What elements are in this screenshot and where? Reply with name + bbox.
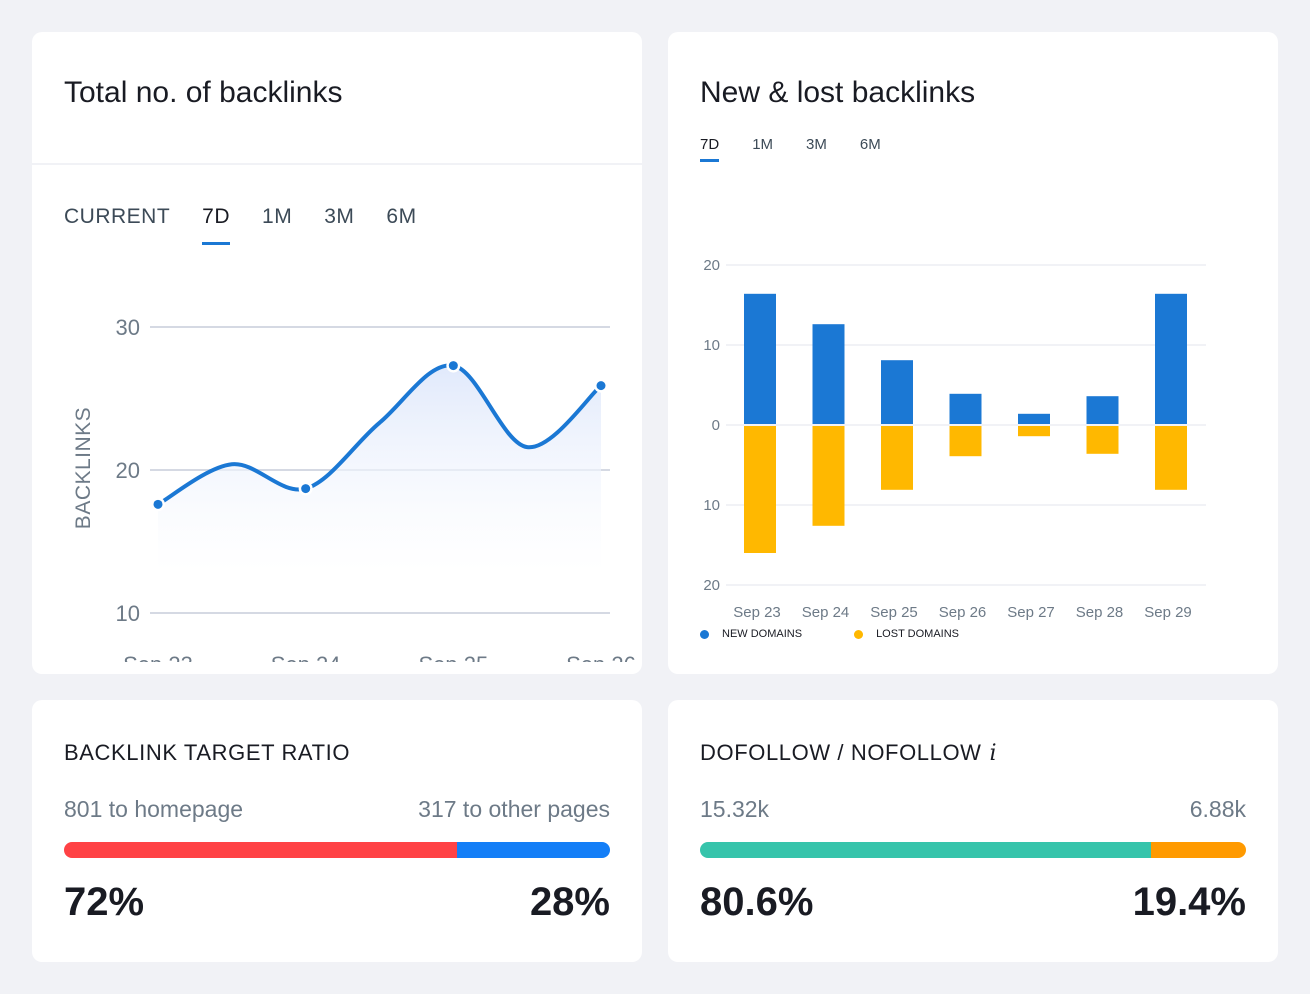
metric-title-text: DOFOLLOW / NOFOLLOW [700, 740, 982, 765]
tab-6m[interactable]: 6M [860, 136, 881, 153]
new-lost-backlinks-card: New & lost backlinks 7D 1M 3M 6M 20 10 0 10… [668, 32, 1278, 674]
x-tick-label: Sep 29 [1144, 604, 1192, 621]
new-lost-bar-chart: 20 10 0 10 20 Sep 23 Sep 24 Sep 25 Sep 26 Sep 27… [703, 257, 1206, 621]
x-tick-label: Sep 26 [939, 604, 987, 621]
dofollow-segment [700, 842, 1151, 858]
other-pages-count: 317 to other pages [418, 796, 610, 822]
new-domains-bar [1086, 396, 1119, 424]
period-tabs: 7D 1M 3M 6M [700, 136, 914, 162]
y-axis-label: BACKLINKS [72, 407, 95, 529]
lost-domains-bar [812, 426, 845, 526]
lost-domains-bar [949, 426, 982, 457]
dofollow-count: 15.32k [700, 796, 770, 822]
data-point [301, 484, 311, 494]
tab-1m[interactable]: 1M [262, 205, 292, 229]
x-tick-label: Sep 28 [1076, 604, 1124, 621]
homepage-percent: 72% [64, 880, 145, 924]
metric-title: DOFOLLOW / NOFOLLOW i [700, 740, 997, 766]
y-tick-label: 10 [703, 337, 720, 354]
new-domains-bar [949, 393, 982, 424]
new-domains-bar [1155, 293, 1187, 424]
backlinks-line-chart: 10 20 30 BACKLINKS Sep 23 Sep 24 Sep 25 Sep 2… [72, 315, 636, 662]
y-tick-label: 0 [712, 417, 720, 434]
new-domains-bar [1018, 413, 1050, 424]
lost-domains-bar [744, 426, 776, 553]
nofollow-count: 6.88k [1189, 796, 1246, 822]
tab-6m[interactable]: 6M [386, 205, 416, 229]
divider [32, 163, 642, 165]
x-tick-label: Sep 23 [733, 604, 781, 621]
legend-dot-icon [700, 629, 709, 639]
tab-3m[interactable]: 3M [324, 205, 354, 229]
lost-domains-bar [1086, 426, 1119, 454]
other-pages-percent: 28% [529, 880, 610, 924]
new-domains-bar [812, 324, 845, 424]
total-backlinks-card: Total no. of backlinks CURRENT 7D 1M 3M … [32, 32, 642, 674]
x-tick-label: Sep 26 [566, 652, 636, 662]
tab-current[interactable]: CURRENT [64, 205, 170, 229]
dofollow-percent: 80.6% [700, 880, 814, 924]
y-tick-label: 20 [116, 458, 140, 483]
backlink-target-ratio-card: BACKLINK TARGET RATIO 801 to homepage 31… [32, 700, 642, 962]
y-tick-label: 20 [703, 257, 720, 274]
area-fill [158, 365, 601, 572]
follow-ratio-bar [700, 842, 1246, 858]
card-title: New & lost backlinks [700, 76, 976, 109]
y-tick-label: 20 [703, 577, 720, 594]
data-point [153, 499, 163, 509]
info-icon[interactable]: i [990, 741, 998, 766]
period-tabs: CURRENT 7D 1M 3M 6M [64, 205, 449, 245]
nofollow-percent: 19.4% [1132, 880, 1246, 924]
tab-7d[interactable]: 7D [202, 205, 230, 245]
x-tick-label: Sep 25 [870, 604, 918, 621]
homepage-count: 801 to homepage [64, 796, 244, 822]
x-tick-label: Sep 27 [1007, 604, 1055, 621]
homepage-segment [64, 842, 458, 858]
card-title: Total no. of backlinks [64, 76, 343, 109]
tab-7d[interactable]: 7D [700, 136, 720, 162]
x-tick-label: Sep 24 [802, 604, 850, 621]
ratio-bar [64, 842, 610, 858]
lost-domains-bar [881, 426, 913, 490]
tab-3m[interactable]: 3M [806, 136, 827, 153]
other-pages-segment [457, 842, 610, 858]
x-tick-label: Sep 25 [418, 652, 488, 662]
y-tick-label: 30 [116, 315, 140, 340]
data-point [596, 381, 606, 391]
new-domains-bar [881, 360, 913, 424]
x-tick-label: Sep 24 [271, 652, 341, 662]
chart-legend: NEW DOMAINS LOST DOMAINS [700, 628, 1011, 640]
legend-dot-icon [854, 629, 864, 639]
legend-label: LOST DOMAINS [876, 628, 959, 640]
lost-domains-bar [1155, 426, 1187, 490]
y-tick-label: 10 [703, 497, 720, 514]
nofollow-segment [1150, 842, 1246, 858]
legend-label: NEW DOMAINS [722, 628, 803, 640]
y-tick-label: 10 [116, 601, 140, 626]
data-point [448, 361, 458, 371]
dofollow-nofollow-card: DOFOLLOW / NOFOLLOW i 15.32k 6.88k 80.6% … [668, 700, 1278, 962]
lost-domains-bar [1018, 426, 1050, 437]
legend-new-domains[interactable]: NEW DOMAINS [700, 628, 802, 640]
metric-title: BACKLINK TARGET RATIO [64, 740, 351, 765]
legend-lost-domains[interactable]: LOST DOMAINS [854, 628, 959, 640]
x-tick-label: Sep 23 [123, 652, 193, 662]
new-domains-bar [744, 293, 776, 424]
tab-1m[interactable]: 1M [752, 136, 773, 153]
